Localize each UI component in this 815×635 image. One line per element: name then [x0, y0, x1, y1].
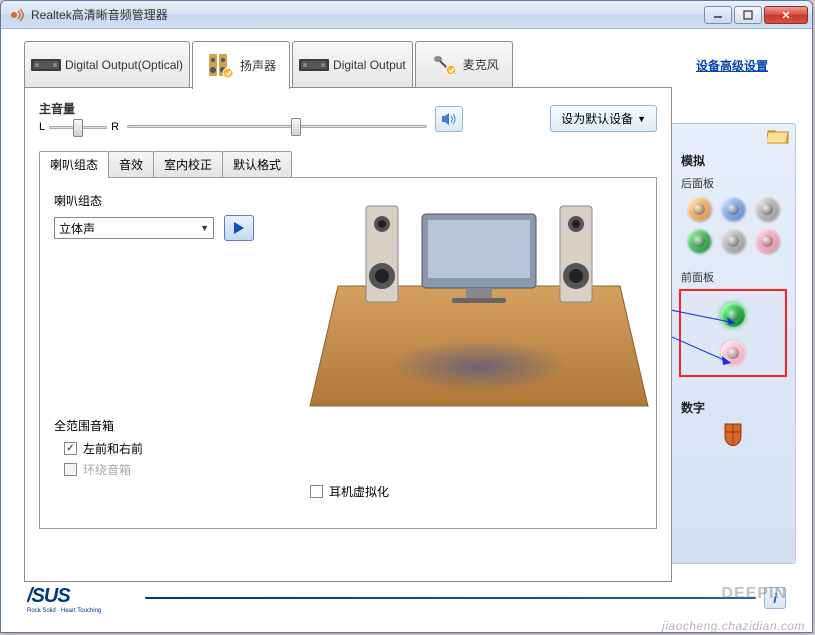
volume-row: 主音量 L R 设为默认设备▼	[39, 100, 657, 137]
front-panel-label: 前面板	[681, 269, 789, 285]
tab-speakers[interactable]: 扬声器	[192, 41, 290, 89]
tab-label: 麦克风	[463, 56, 499, 73]
balance-slider[interactable]	[49, 117, 107, 137]
main-volume-label: 主音量	[39, 100, 119, 117]
watermark-deepin: DEEPIN	[721, 585, 787, 603]
tab-label: Digital Output	[333, 58, 406, 72]
app-icon	[9, 7, 25, 23]
maximize-button[interactable]	[734, 6, 762, 24]
amplifier-icon	[299, 53, 329, 77]
tab-microphone[interactable]: 麦克风	[415, 41, 513, 87]
fullrange-group: 全范围音箱 ✓左前和右前 环绕音箱	[54, 417, 143, 482]
set-default-button[interactable]: 设为默认设备▼	[550, 105, 657, 132]
speakers-icon	[206, 54, 236, 78]
minimize-button[interactable]	[704, 6, 732, 24]
tab-digital-output[interactable]: Digital Output	[292, 41, 413, 87]
subtab-room-correction[interactable]: 室内校正	[153, 151, 223, 177]
jack-rear-gray[interactable]	[755, 197, 779, 221]
tab-digital-optical[interactable]: Digital Output(Optical)	[24, 41, 190, 87]
balance-left-label: L	[39, 121, 45, 133]
tab-label: 扬声器	[240, 57, 276, 74]
svg-text:Rock Solid · Heart Touching: Rock Solid · Heart Touching	[27, 608, 101, 614]
headphone-virtualization-checkbox[interactable]: 耳机虚拟化	[310, 483, 389, 500]
amplifier-icon	[31, 53, 61, 77]
mute-button[interactable]	[435, 106, 463, 132]
balance-right-label: R	[111, 121, 119, 133]
sim-section-label: 模拟	[681, 152, 789, 169]
jack-rear-orange[interactable]	[687, 197, 711, 221]
device-tabs: Digital Output(Optical) 扬声器 Digital Outp…	[24, 41, 513, 89]
close-button[interactable]	[764, 6, 808, 24]
footer: /SUS Rock Solid · Heart Touching i	[27, 582, 786, 614]
subtab-speaker-config[interactable]: 喇叭组态	[39, 151, 109, 177]
subtab-effects[interactable]: 音效	[108, 151, 154, 177]
microphone-icon	[429, 53, 459, 77]
jack-rear-green[interactable]	[687, 229, 711, 253]
jack-rear-blue[interactable]	[721, 197, 745, 221]
speaker-config-combo[interactable]: 立体声	[54, 217, 214, 239]
watermark-url: jiaocheng.chazidian.com	[662, 619, 805, 633]
subtab-panel: 喇叭组态 立体声	[39, 177, 657, 529]
rear-panel-label: 后面板	[681, 175, 789, 191]
digital-shield-icon[interactable]	[723, 422, 743, 446]
fullrange-front-checkbox[interactable]: ✓左前和右前	[64, 440, 143, 457]
jack-rear-gray2[interactable]	[721, 229, 745, 253]
test-play-button[interactable]	[224, 215, 254, 241]
asus-logo: /SUS Rock Solid · Heart Touching	[27, 582, 137, 614]
fullrange-surround-checkbox: 环绕音箱	[64, 461, 143, 478]
digital-section-label: 数字	[681, 399, 789, 416]
titlebar[interactable]: Realtek高清晰音频管理器	[1, 1, 812, 29]
chevron-down-icon: ▼	[637, 114, 646, 124]
window-title: Realtek高清晰音频管理器	[31, 6, 704, 23]
rear-jacks	[677, 197, 789, 253]
subtab-default-format[interactable]: 默认格式	[222, 151, 292, 177]
jack-rear-pink[interactable]	[755, 229, 779, 253]
folder-icon[interactable]	[767, 128, 789, 144]
tab-label: Digital Output(Optical)	[65, 58, 183, 72]
fullrange-header: 全范围音箱	[54, 417, 143, 434]
subtab-group: 喇叭组态 音效 室内校正 默认格式 喇叭组态 立体声	[39, 151, 657, 529]
content-area: Digital Output(Optical) 扬声器 Digital Outp…	[9, 35, 804, 624]
volume-slider[interactable]	[127, 116, 427, 136]
main-panel: 主音量 L R 设为默认设备▼ 喇叭组态 音效 室内校正 默认格式	[24, 87, 672, 582]
svg-text:/SUS: /SUS	[27, 585, 71, 607]
advanced-settings-link[interactable]: 设备高级设置	[696, 57, 768, 74]
speaker-diagram	[308, 186, 650, 426]
app-window: Realtek高清晰音频管理器 Digital Output(Optical) …	[0, 0, 813, 633]
